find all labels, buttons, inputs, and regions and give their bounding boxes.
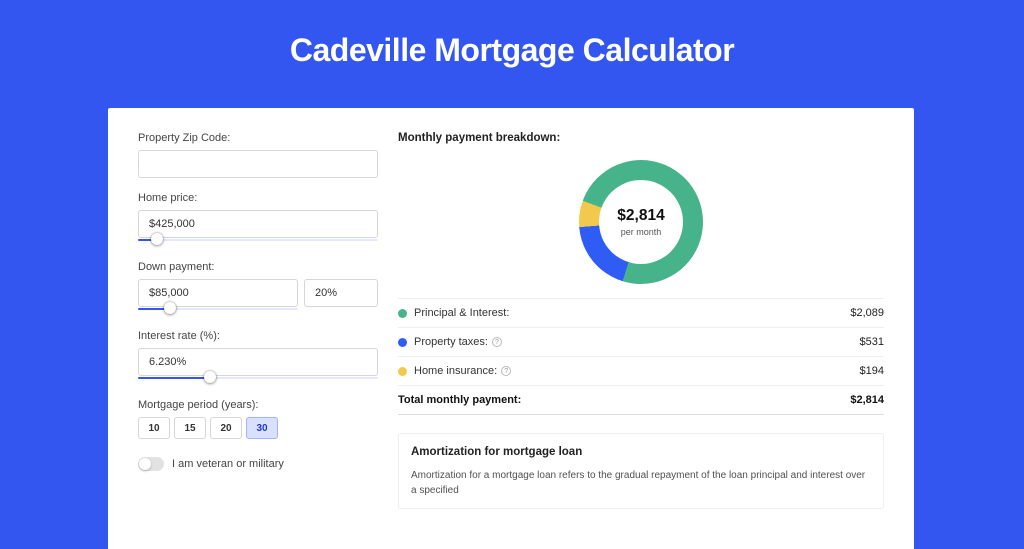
down-field: Down payment: [138,261,378,316]
total-label: Total monthly payment: [398,394,850,406]
donut-sub: per month [621,227,662,237]
form-panel: Property Zip Code: Home price: Down paym… [138,132,378,509]
breakdown-list: Principal & Interest:$2,089Property taxe… [398,298,884,415]
breakdown-row: Property taxes:?$531 [398,328,884,357]
info-icon[interactable]: ? [501,366,511,376]
breakdown-value: $531 [860,336,884,348]
veteran-toggle[interactable] [138,457,164,471]
donut-chart-wrap: $2,814 per month [398,154,884,298]
breakdown-label: Principal & Interest: [414,307,850,319]
amortization-title: Amortization for mortgage loan [411,446,871,458]
calculator-card: Property Zip Code: Home price: Down paym… [108,108,914,549]
period-btn-10[interactable]: 10 [138,417,170,439]
breakdown-label: Property taxes:? [414,336,860,348]
period-label: Mortgage period (years): [138,399,378,411]
rate-label: Interest rate (%): [138,330,378,342]
price-field: Home price: [138,192,378,247]
toggle-knob [139,458,151,470]
price-slider[interactable] [138,237,378,247]
down-pct-input[interactable] [304,279,378,307]
slider-thumb[interactable] [151,233,163,245]
page-title: Cadeville Mortgage Calculator [0,0,1024,93]
slider-fill [138,377,210,379]
down-slider[interactable] [138,306,298,316]
zip-label: Property Zip Code: [138,132,378,144]
amortization-card: Amortization for mortgage loan Amortizat… [398,433,884,509]
rate-field: Interest rate (%): [138,330,378,385]
down-label: Down payment: [138,261,378,273]
period-field: Mortgage period (years): 10152030 [138,399,378,439]
rate-input[interactable] [138,348,378,376]
donut-chart: $2,814 per month [579,160,703,284]
breakdown-row: Principal & Interest:$2,089 [398,299,884,328]
breakdown-value: $2,089 [850,307,884,319]
breakdown-total-row: Total monthly payment:$2,814 [398,386,884,415]
veteran-label: I am veteran or military [172,458,284,470]
price-label: Home price: [138,192,378,204]
amortization-body: Amortization for a mortgage loan refers … [411,468,871,498]
donut-center: $2,814 per month [599,180,683,264]
breakdown-title: Monthly payment breakdown: [398,132,884,144]
period-options: 10152030 [138,417,378,439]
down-amount-input[interactable] [138,279,298,307]
breakdown-panel: Monthly payment breakdown: $2,814 per mo… [398,132,884,509]
swatch-icon [398,309,407,318]
slider-thumb[interactable] [204,371,216,383]
breakdown-value: $194 [860,365,884,377]
zip-input[interactable] [138,150,378,178]
swatch-icon [398,367,407,376]
period-btn-30[interactable]: 30 [246,417,278,439]
price-input[interactable] [138,210,378,238]
total-value: $2,814 [850,394,884,406]
veteran-row: I am veteran or military [138,457,378,471]
breakdown-label: Home insurance:? [414,365,860,377]
period-btn-20[interactable]: 20 [210,417,242,439]
period-btn-15[interactable]: 15 [174,417,206,439]
zip-field: Property Zip Code: [138,132,378,178]
swatch-icon [398,338,407,347]
slider-track [138,239,378,241]
slider-thumb[interactable] [164,302,176,314]
info-icon[interactable]: ? [492,337,502,347]
donut-amount: $2,814 [617,207,664,225]
breakdown-row: Home insurance:?$194 [398,357,884,386]
rate-slider[interactable] [138,375,378,385]
